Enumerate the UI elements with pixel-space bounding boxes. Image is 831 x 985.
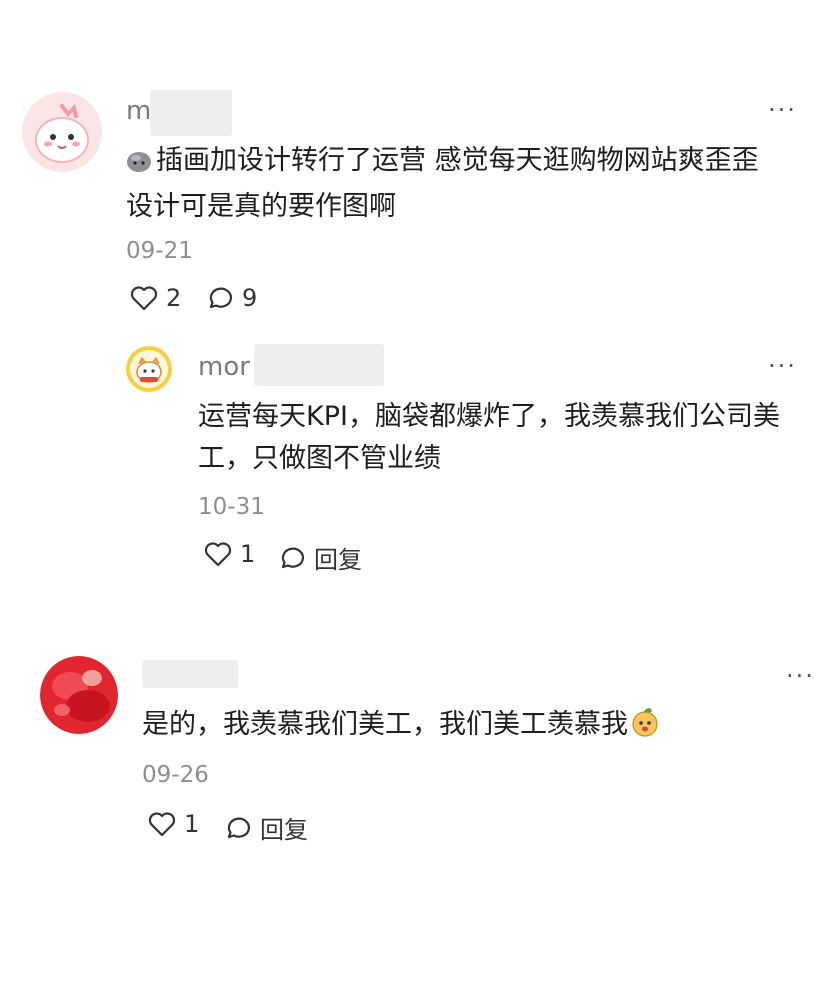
reply-label: 回复 — [314, 546, 362, 574]
reply-button[interactable]: 回复 — [224, 810, 308, 845]
comment-date: 10-31 — [198, 494, 265, 520]
heart-icon — [130, 286, 158, 311]
username-blur — [254, 344, 384, 386]
username[interactable]: m — [126, 96, 151, 126]
comment-text: 是的，我羡慕我们美工，我们美工羡慕我 — [142, 704, 660, 750]
username-blur — [150, 90, 232, 136]
username[interactable]: mor — [198, 352, 250, 382]
comment-text: 插画加设计转行了运营 感觉每天逛购物网站爽歪歪 设计可是真的要作图啊 — [126, 140, 759, 228]
reply-button[interactable]: 回复 — [278, 540, 362, 575]
more-options-icon[interactable]: ··· — [768, 354, 797, 378]
like-count: 2 — [166, 284, 182, 312]
comment-bubble-icon — [281, 547, 305, 568]
like-count: 1 — [240, 540, 256, 568]
comment-bubble-icon — [209, 287, 233, 309]
comment-date: 09-26 — [142, 762, 209, 788]
comment-date: 09-21 — [126, 238, 193, 264]
avatar[interactable] — [22, 92, 102, 172]
avatar[interactable] — [126, 346, 172, 392]
like-button[interactable]: 2 — [130, 284, 181, 312]
more-options-icon[interactable]: ··· — [768, 98, 797, 122]
comment-text-line-2: 设计可是真的要作图啊 — [126, 191, 396, 222]
comment-text-line-1: 插画加设计转行了运营 感觉每天逛购物网站爽歪歪 — [156, 145, 759, 176]
comment-text-line-1: 运营每天KPI，脑袋都爆炸了，我羡慕我们公司美 — [198, 401, 780, 432]
comment-text: 运营每天KPI，脑袋都爆炸了，我羡慕我们公司美 工，只做图不管业绩 — [198, 396, 780, 480]
like-button[interactable]: 1 — [204, 540, 255, 568]
avatar[interactable] — [40, 656, 118, 734]
username-blur — [142, 660, 238, 688]
comment-text-line-1: 是的，我羡慕我们美工，我们美工羡慕我 — [142, 709, 628, 740]
reply-label: 回复 — [260, 816, 308, 844]
reply-button[interactable]: 9 — [206, 284, 257, 312]
reply-count: 9 — [242, 284, 258, 312]
like-count: 1 — [184, 810, 200, 838]
heart-icon — [204, 542, 232, 567]
comment-text-line-2: 工，只做图不管业绩 — [198, 443, 441, 474]
orange-face-emoji-icon — [630, 707, 660, 750]
heart-icon — [148, 812, 176, 837]
rock-emoji-icon — [126, 144, 152, 186]
like-button[interactable]: 1 — [148, 810, 199, 838]
comment-bubble-icon — [227, 817, 251, 838]
more-options-icon[interactable]: ··· — [786, 664, 815, 688]
